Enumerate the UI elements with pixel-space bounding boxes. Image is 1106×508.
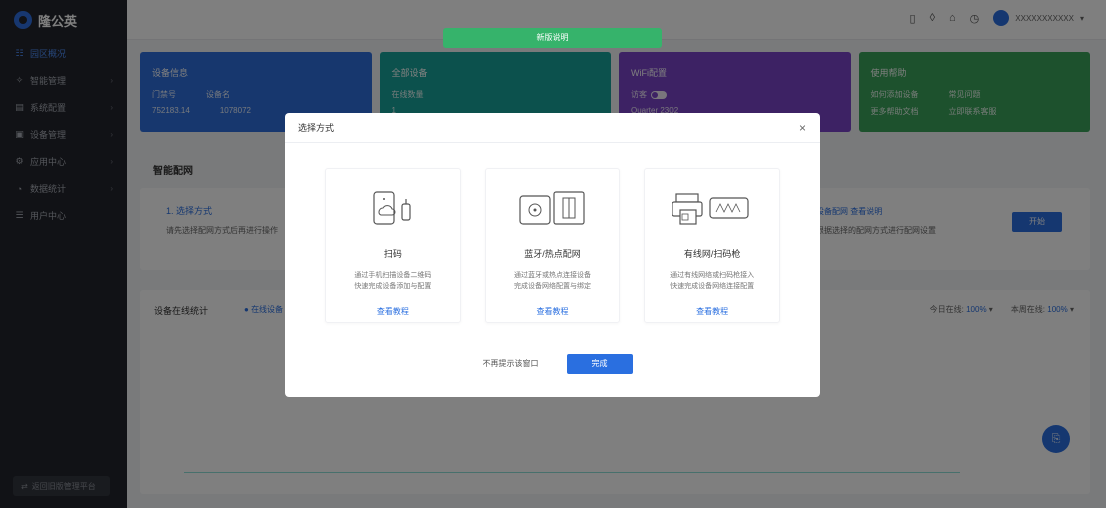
modal-title: 选择方式 — [298, 123, 335, 133]
dont-show-again-button[interactable]: 不再提示该窗口 — [473, 353, 549, 374]
method-name: 扫码 — [383, 249, 402, 259]
method-desc-line: 通过蓝牙或热点连接设备 — [514, 272, 591, 279]
method-desc-line: 通过有线网络或扫码枪接入 — [670, 272, 755, 279]
method-tutorial-link[interactable]: 查看教程 — [326, 306, 460, 317]
method-desc: 通过手机扫描设备二维码 快速完成设备添加与配置 — [326, 270, 460, 292]
wired-printer-icon — [645, 189, 779, 229]
method-desc: 通过有线网络或扫码枪接入 快速完成设备网络连接配置 — [645, 270, 779, 292]
announcement-banner[interactable]: 新版说明 — [443, 28, 662, 48]
method-tutorial-link[interactable]: 查看教程 — [645, 306, 779, 317]
method-desc-line: 快速完成设备添加与配置 — [354, 283, 432, 290]
scan-device-icon — [326, 189, 460, 229]
method-list: 扫码 通过手机扫描设备二维码 快速完成设备添加与配置 查看教程 蓝牙/热点配网 — [325, 168, 781, 323]
method-desc-line: 完成设备网络配置与绑定 — [514, 283, 591, 290]
method-card-bluetooth[interactable]: 蓝牙/热点配网 通过蓝牙或热点连接设备 完成设备网络配置与绑定 查看教程 — [484, 168, 621, 323]
method-desc: 通过蓝牙或热点连接设备 完成设备网络配置与绑定 — [486, 270, 620, 292]
close-icon[interactable]: × — [799, 121, 806, 135]
method-name: 蓝牙/热点配网 — [524, 249, 581, 259]
modal-footer: 不再提示该窗口 完成 — [285, 353, 820, 374]
modal-header: 选择方式 × — [285, 113, 820, 143]
method-tutorial-link[interactable]: 查看教程 — [486, 306, 620, 317]
method-name: 有线网/扫码枪 — [683, 249, 741, 259]
confirm-button[interactable]: 完成 — [566, 353, 633, 374]
method-desc-line: 快速完成设备网络连接配置 — [670, 283, 755, 290]
method-desc-line: 通过手机扫描设备二维码 — [354, 272, 432, 279]
method-card-wired[interactable]: 有线网/扫码枪 通过有线网络或扫码枪接入 快速完成设备网络连接配置 查看教程 — [644, 168, 781, 323]
bluetooth-device-icon — [486, 189, 620, 229]
select-method-modal: 选择方式 × 扫码 通过手机扫描设备二维码 快速完成设备添加与配置 查看教程 蓝… — [285, 113, 820, 397]
method-card-scan[interactable]: 扫码 通过手机扫描设备二维码 快速完成设备添加与配置 查看教程 — [325, 168, 461, 323]
